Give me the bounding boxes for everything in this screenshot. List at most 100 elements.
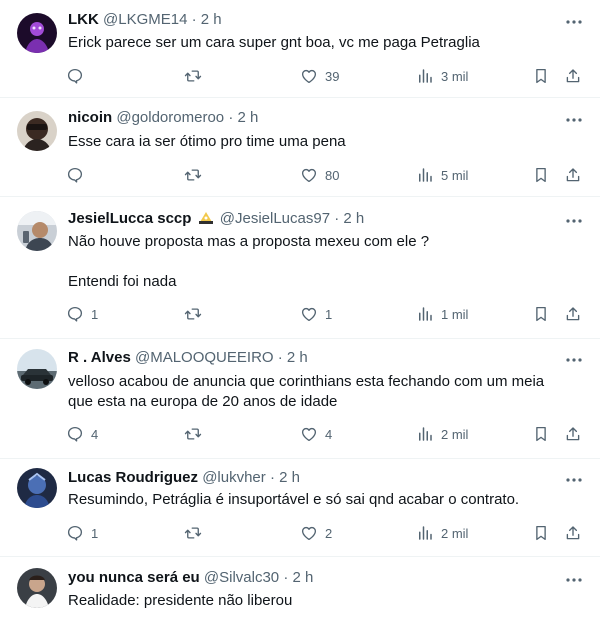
emoji-badge-icon — [198, 212, 213, 224]
retweet-button[interactable] — [184, 66, 209, 86]
retweet-icon — [184, 166, 202, 184]
action-bar: 4 4 2 mil — [66, 424, 596, 444]
reply-icon — [66, 305, 84, 323]
avatar[interactable] — [17, 468, 57, 508]
view-count: 2 mil — [441, 525, 469, 541]
reply-button[interactable] — [66, 66, 91, 86]
tweet-header: nicoin @goldoromeroo · 2 h — [68, 108, 258, 128]
tweet[interactable]: JesielLucca sccp @JesielLucas97 · 2 h Nã… — [0, 196, 600, 339]
retweet-button[interactable] — [184, 304, 209, 324]
share-button[interactable] — [564, 165, 582, 185]
share-button[interactable] — [564, 66, 582, 86]
reply-button[interactable] — [66, 165, 91, 185]
like-button[interactable]: 80 — [300, 165, 339, 185]
share-button[interactable] — [564, 304, 582, 324]
avatar[interactable] — [17, 568, 57, 608]
tweet[interactable]: R . Alves @MALOOQUEEIRO · 2 h velloso ac… — [0, 338, 600, 459]
tweet[interactable]: nicoin @goldoromeroo · 2 h Esse cara ia … — [0, 97, 600, 197]
retweet-button[interactable] — [184, 523, 209, 543]
bookmark-icon — [532, 67, 550, 85]
like-button[interactable]: 39 — [300, 66, 339, 86]
user-handle[interactable]: @JesielLucas97 — [220, 210, 330, 227]
timestamp[interactable]: 2 h — [343, 210, 364, 227]
bookmark-button[interactable] — [532, 165, 550, 185]
retweet-icon — [184, 425, 202, 443]
timestamp[interactable]: 2 h — [237, 109, 258, 126]
more-options-icon[interactable] — [564, 470, 584, 490]
bookmark-button[interactable] — [532, 66, 550, 86]
like-button[interactable]: 2 — [300, 523, 332, 543]
view-count: 3 mil — [441, 68, 469, 84]
tweet-text: Realidade: presidente não liberou — [68, 592, 293, 609]
timestamp[interactable]: 2 h — [293, 569, 314, 586]
tweet[interactable]: Lucas Roudriguez @lukvher · 2 h Resumind… — [0, 458, 600, 557]
more-options-icon[interactable] — [564, 570, 584, 590]
display-name[interactable]: JesielLucca sccp — [68, 210, 191, 227]
bookmark-button[interactable] — [532, 523, 550, 543]
display-name[interactable]: you nunca será eu — [68, 569, 200, 586]
action-bar: 1 1 1 mil — [66, 304, 596, 324]
timestamp[interactable]: 2 h — [279, 469, 300, 486]
views-button[interactable]: 2 mil — [416, 424, 468, 444]
views-button[interactable]: 2 mil — [416, 523, 468, 543]
avatar-car-landscape-icon — [17, 349, 57, 389]
more-options-icon[interactable] — [564, 211, 584, 231]
separator-dot: · — [269, 469, 275, 486]
bookmark-icon — [532, 425, 550, 443]
more-options-icon[interactable] — [564, 110, 584, 130]
avatar-blue-character-icon — [17, 468, 57, 508]
display-name[interactable]: Lucas Roudriguez — [68, 469, 198, 486]
avatar[interactable] — [17, 111, 57, 151]
tweet[interactable]: LKK @LKGME14 · 2 h Erick parece ser um c… — [0, 0, 600, 98]
retweet-button[interactable] — [184, 165, 209, 185]
user-handle[interactable]: @lukvher — [202, 469, 266, 486]
like-count: 2 — [325, 525, 333, 541]
tweet[interactable]: you nunca será eu @Silvalc30 · 2 h Reali… — [0, 556, 600, 619]
reply-icon — [66, 524, 84, 542]
tweet-text: velloso acabou de anuncia que corinthian… — [68, 373, 545, 410]
separator-dot: · — [228, 109, 234, 126]
reply-button[interactable]: 4 — [66, 424, 98, 444]
user-handle[interactable]: @LKGME14 — [103, 11, 187, 28]
user-handle[interactable]: @goldoromeroo — [116, 109, 224, 126]
reply-button[interactable]: 1 — [66, 523, 98, 543]
tweet-header: LKK @LKGME14 · 2 h — [68, 10, 222, 30]
separator-dot: · — [277, 349, 283, 366]
heart-icon — [300, 305, 318, 323]
avatar-person-white-icon — [17, 568, 57, 608]
action-bar: 39 3 mil — [66, 66, 596, 86]
more-options-icon[interactable] — [564, 12, 584, 32]
avatar[interactable] — [17, 349, 57, 389]
views-button[interactable]: 3 mil — [416, 66, 468, 86]
avatar[interactable] — [17, 211, 57, 251]
retweet-button[interactable] — [184, 424, 209, 444]
more-options-icon[interactable] — [564, 350, 584, 370]
share-icon — [564, 425, 582, 443]
avatar[interactable] — [17, 13, 57, 53]
bookmark-button[interactable] — [532, 424, 550, 444]
tweet-text: Esse cara ia ser ótimo pro time uma pena — [68, 133, 346, 150]
views-button[interactable]: 1 mil — [416, 304, 468, 324]
display-name[interactable]: LKK — [68, 11, 99, 28]
timestamp[interactable]: 2 h — [201, 11, 222, 28]
bookmark-button[interactable] — [532, 304, 550, 324]
like-button[interactable]: 4 — [300, 424, 332, 444]
reply-count: 1 — [91, 525, 99, 541]
views-button[interactable]: 5 mil — [416, 165, 468, 185]
share-button[interactable] — [564, 523, 582, 543]
like-button[interactable]: 1 — [300, 304, 332, 324]
views-chart-icon — [416, 524, 434, 542]
timestamp[interactable]: 2 h — [287, 349, 308, 366]
display-name[interactable]: R . Alves — [68, 349, 131, 366]
like-count: 80 — [325, 167, 340, 183]
action-bar: 1 2 2 mil — [66, 523, 596, 543]
view-count: 5 mil — [441, 167, 469, 183]
user-handle[interactable]: @MALOOQUEEIRO — [135, 349, 274, 366]
reply-button[interactable]: 1 — [66, 304, 98, 324]
user-handle[interactable]: @Silvalc30 — [204, 569, 279, 586]
share-button[interactable] — [564, 424, 582, 444]
view-count: 1 mil — [441, 306, 469, 322]
tweet-header: JesielLucca sccp @JesielLucas97 · 2 h — [68, 209, 364, 229]
display-name[interactable]: nicoin — [68, 109, 112, 126]
bookmark-icon — [532, 166, 550, 184]
